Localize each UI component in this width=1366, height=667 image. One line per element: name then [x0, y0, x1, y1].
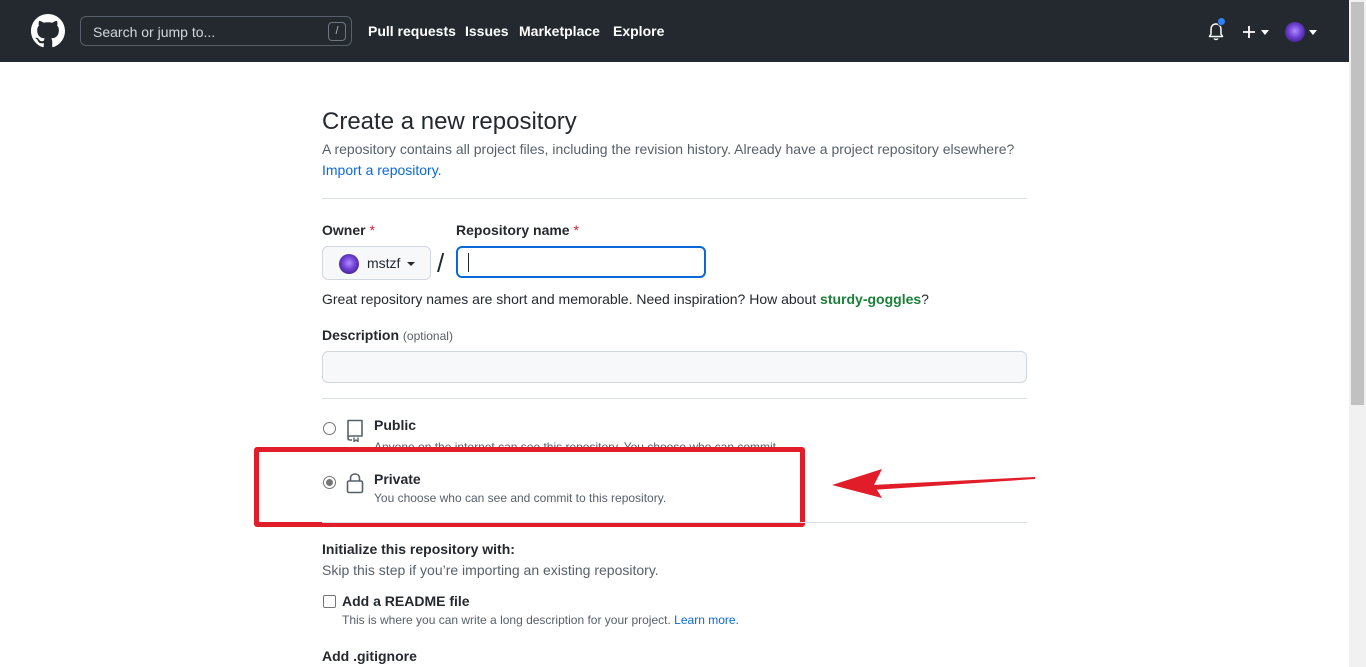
owner-label-text: Owner: [322, 222, 366, 238]
owner-select-button[interactable]: mstzf: [322, 246, 431, 280]
owner-avatar: [339, 254, 359, 274]
name-suggestion-link[interactable]: sturdy-goggles: [820, 291, 921, 307]
init-heading: Initialize this repository with:: [322, 541, 515, 557]
readme-description: This is where you can write a long descr…: [342, 613, 739, 627]
required-mark: *: [369, 222, 375, 238]
init-subheading: Skip this step if you’re importing an ex…: [322, 562, 659, 578]
repo-name-input[interactable]: [456, 246, 706, 278]
repo-name-label-text: Repository name: [456, 222, 570, 238]
repo-name-hint: Great repository names are short and mem…: [322, 291, 929, 307]
readme-description-text: This is where you can write a long descr…: [342, 613, 671, 627]
hint-text: Great repository names are short and mem…: [322, 291, 821, 307]
private-option-title: Private: [374, 471, 421, 487]
repo-book-icon: [347, 419, 363, 442]
subtitle-text: A repository contains all project files,…: [322, 141, 1015, 157]
readme-checkbox[interactable]: [323, 595, 336, 608]
owner-repo-separator: /: [437, 248, 445, 278]
required-mark: *: [573, 222, 579, 238]
chevron-down-icon[interactable]: [1261, 30, 1269, 35]
notification-dot: [1217, 17, 1226, 26]
private-radio[interactable]: [323, 476, 336, 489]
description-label-text: Description: [322, 327, 400, 343]
avatar[interactable]: [1285, 22, 1305, 42]
nav-explore[interactable]: Explore: [613, 23, 664, 39]
github-logo-icon[interactable]: [31, 14, 65, 48]
page-title: Create a new repository: [322, 108, 577, 135]
description-label: Description (optional): [322, 327, 453, 343]
text-cursor: [468, 253, 469, 272]
description-input[interactable]: [322, 351, 1027, 383]
search-input[interactable]: Search or jump to... /: [80, 16, 352, 46]
readme-label[interactable]: Add a README file: [342, 593, 470, 609]
optional-tag: (optional): [402, 329, 453, 343]
lock-icon: [346, 473, 364, 494]
gitignore-label: Add .gitignore: [322, 648, 417, 664]
search-placeholder: Search or jump to...: [93, 24, 216, 40]
search-shortcut-key: /: [328, 22, 346, 41]
nav-pull-requests[interactable]: Pull requests: [368, 23, 456, 39]
annotation-arrow-icon: [832, 469, 1035, 498]
chevron-down-icon[interactable]: [1309, 30, 1317, 35]
scrollbar-thumb[interactable]: [1351, 2, 1364, 405]
nav-marketplace[interactable]: Marketplace: [519, 23, 600, 39]
public-option-title: Public: [374, 417, 417, 433]
owner-name: mstzf: [367, 255, 401, 271]
top-header: Search or jump to... / Pull requests Iss…: [0, 0, 1366, 62]
divider: [322, 522, 1027, 523]
plus-icon[interactable]: [1242, 25, 1256, 39]
hint-suffix: ?: [921, 291, 929, 307]
highlight-box: [254, 447, 805, 527]
public-radio[interactable]: [323, 422, 336, 435]
chevron-down-icon: [407, 262, 415, 266]
private-option-description: You choose who can see and commit to thi…: [374, 491, 667, 505]
nav-issues[interactable]: Issues: [465, 23, 509, 39]
divider: [322, 398, 1027, 399]
divider: [322, 198, 1027, 199]
owner-label: Owner *: [322, 222, 375, 238]
page-subtitle: A repository contains all project files,…: [322, 141, 1014, 157]
learn-more-link[interactable]: Learn more.: [674, 613, 739, 627]
import-repository-link[interactable]: Import a repository.: [322, 162, 442, 178]
public-option-description: Anyone on the internet can see this repo…: [374, 440, 780, 447]
repo-name-label: Repository name *: [456, 222, 579, 238]
